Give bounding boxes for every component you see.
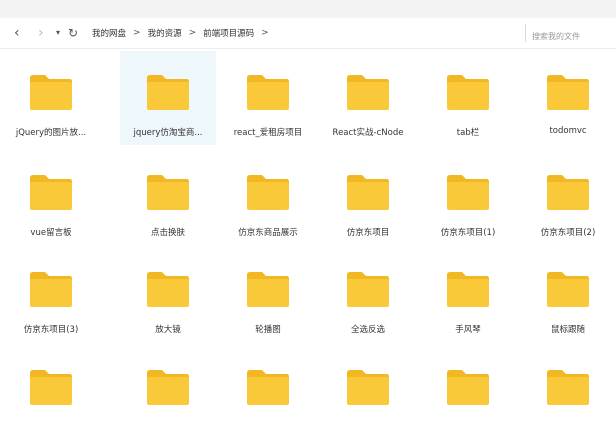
folder-name: 仿京东商品展示 [238, 228, 298, 238]
breadcrumb-separator[interactable]: > [261, 28, 269, 38]
folder-icon [347, 272, 389, 307]
folder-item[interactable]: react_爱租房项目 [220, 51, 316, 145]
folder-name: React实战-cNode [332, 128, 404, 138]
folder-item[interactable] [3, 346, 99, 440]
folder-icon [30, 175, 72, 210]
folder-name: vue留言板 [30, 228, 72, 238]
folder-item[interactable] [220, 346, 316, 440]
folder-icon [247, 175, 289, 210]
folder-icon [447, 370, 489, 405]
search-box [525, 24, 616, 46]
folder-item[interactable] [520, 346, 616, 440]
folder-icon [547, 370, 589, 405]
folder-item[interactable]: React实战-cNode [320, 51, 416, 145]
folder-item[interactable]: 轮播图 [220, 248, 316, 342]
folder-icon [347, 175, 389, 210]
folder-name: 仿京东项目 [346, 228, 390, 238]
folder-name: 点击换肤 [150, 228, 185, 238]
folder-name: react_爱租房项目 [233, 128, 303, 138]
folder-item[interactable]: 仿京东商品展示 [220, 151, 316, 245]
folder-item[interactable]: jquery仿淘宝商... [120, 51, 216, 145]
folder-item[interactable] [320, 346, 416, 440]
folder-name: 手风琴 [455, 325, 481, 335]
folder-name: 鼠标跟随 [550, 325, 585, 335]
folder-icon [447, 175, 489, 210]
folder-item[interactable]: 点击换肤 [120, 151, 216, 245]
folder-item[interactable]: jQuery的图片放... [3, 51, 99, 145]
folder-item[interactable]: 鼠标跟随 [520, 248, 616, 342]
breadcrumb-item-my-drive[interactable]: 我的网盘 [92, 27, 126, 39]
history-dropdown-icon[interactable]: ▾ [56, 18, 60, 48]
folder-icon [30, 370, 72, 405]
folder-item[interactable]: 放大镜 [120, 248, 216, 342]
folder-icon [247, 75, 289, 110]
folder-name: 仿京东项目(3) [23, 325, 79, 335]
folder-item[interactable]: 仿京东项目(1) [420, 151, 516, 245]
breadcrumb-separator: > [188, 28, 197, 38]
folder-icon [247, 370, 289, 405]
folder-icon [30, 272, 72, 307]
folder-icon [547, 75, 589, 110]
folder-item[interactable] [120, 346, 216, 440]
folder-item[interactable]: vue留言板 [3, 151, 99, 245]
folder-icon [30, 75, 72, 110]
folder-name: jQuery的图片放... [15, 128, 87, 138]
search-input[interactable] [526, 27, 616, 46]
folder-item[interactable]: todomvc [520, 51, 616, 145]
forward-button[interactable]: › [38, 18, 44, 48]
folder-icon [347, 75, 389, 110]
breadcrumb-item-my-resources[interactable]: 我的资源 [148, 27, 182, 39]
back-button[interactable]: ‹ [14, 18, 20, 48]
window-top-strip [0, 0, 616, 18]
folder-icon [147, 75, 189, 110]
folder-item[interactable] [420, 346, 516, 440]
folder-icon [247, 272, 289, 307]
breadcrumb: 我的网盘 > 我的资源 > 前端项目源码 > [92, 18, 276, 48]
folder-icon [547, 175, 589, 210]
refresh-icon[interactable]: ↻ [68, 18, 78, 48]
breadcrumb-separator: > [133, 28, 141, 38]
folder-name: jquery仿淘宝商... [133, 128, 203, 138]
folder-item[interactable]: 仿京东项目 [320, 151, 416, 245]
folder-name: 轮播图 [255, 325, 281, 335]
folder-icon [347, 370, 389, 405]
folder-name: todomvc [549, 126, 587, 136]
folder-icon [147, 272, 189, 307]
folder-name: 仿京东项目(1) [440, 228, 496, 238]
folder-item[interactable]: 仿京东项目(2) [520, 151, 616, 245]
folder-icon [447, 272, 489, 307]
folder-item[interactable]: 全选反选 [320, 248, 416, 342]
folder-name: 放大镜 [155, 325, 181, 335]
folder-item[interactable]: tab栏 [420, 51, 516, 145]
folder-name: tab栏 [456, 128, 480, 138]
folder-icon [147, 370, 189, 405]
folder-name: 全选反选 [350, 325, 385, 335]
folder-icon [447, 75, 489, 110]
folder-item[interactable]: 仿京东项目(3) [3, 248, 99, 342]
folder-icon [147, 175, 189, 210]
breadcrumb-item-frontend-source[interactable]: 前端项目源码 [203, 27, 254, 39]
folder-icon [547, 272, 589, 307]
folder-item[interactable]: 手风琴 [420, 248, 516, 342]
navigation-bar: ‹ › ▾ ↻ 我的网盘 > 我的资源 > 前端项目源码 > [0, 18, 616, 49]
folder-name: 仿京东项目(2) [540, 228, 596, 238]
